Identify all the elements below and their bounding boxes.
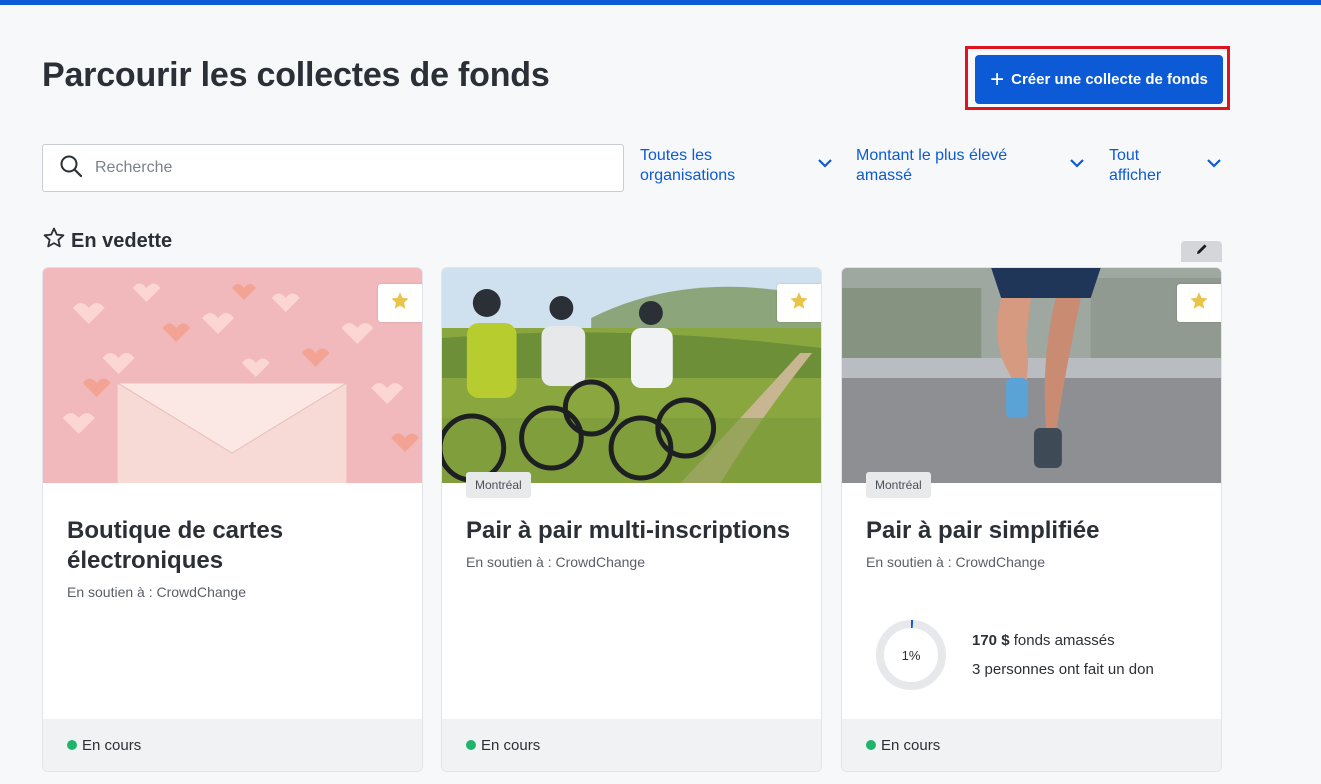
search-input[interactable] bbox=[95, 159, 595, 177]
organization-filter-label: Toutes les organisations bbox=[640, 147, 736, 184]
featured-label: En vedette bbox=[71, 229, 173, 252]
display-filter-dropdown[interactable]: Tout afficher bbox=[1109, 144, 1223, 188]
search-icon bbox=[59, 154, 83, 183]
location-badge: Montréal bbox=[466, 472, 531, 498]
status-dot bbox=[866, 740, 876, 750]
chevron-down-icon bbox=[1205, 154, 1223, 178]
amount-suffix: fonds amassés bbox=[1009, 632, 1115, 649]
card-title: Pair à pair multi-inscriptions bbox=[466, 517, 791, 544]
status-text: En cours bbox=[481, 736, 541, 754]
star-outline-icon bbox=[42, 226, 71, 256]
favorite-button[interactable] bbox=[777, 284, 821, 322]
donor-count: 3 personnes ont fait un don bbox=[972, 661, 1154, 678]
create-fundraiser-label: Créer une collecte de fonds bbox=[1011, 71, 1208, 88]
status-dot bbox=[67, 740, 77, 750]
card-support-text: En soutien à : CrowdChange bbox=[466, 554, 645, 570]
card-status-bar: En cours bbox=[442, 719, 821, 771]
star-filled-icon bbox=[788, 290, 810, 317]
edit-featured-button[interactable] bbox=[1181, 241, 1222, 262]
featured-heading: En vedette bbox=[42, 226, 172, 256]
sort-filter-label: Montant le plus élevé amassé bbox=[856, 147, 1008, 184]
amount-value: 170 $ bbox=[972, 632, 1010, 649]
status-text: En cours bbox=[82, 736, 142, 754]
progress-ring: 1% bbox=[875, 619, 947, 691]
card-status-bar: En cours bbox=[43, 719, 422, 771]
card-image-cyclists bbox=[442, 268, 821, 483]
favorite-button[interactable] bbox=[378, 284, 422, 322]
top-accent-bar bbox=[0, 0, 1321, 5]
create-fundraiser-button[interactable]: + Créer une collecte de fonds bbox=[975, 55, 1223, 104]
fundraiser-card[interactable]: Boutique de cartes électroniques En sout… bbox=[42, 267, 423, 772]
display-filter-label: Tout afficher bbox=[1109, 147, 1162, 184]
fundraiser-card[interactable]: Montréal Pair à pair multi-inscriptions … bbox=[441, 267, 822, 772]
card-support-text: En soutien à : CrowdChange bbox=[67, 584, 246, 600]
progress-percent: 1% bbox=[901, 647, 921, 663]
status-dot bbox=[466, 740, 476, 750]
plus-icon: + bbox=[990, 65, 1005, 93]
page-title: Parcourir les collectes de fonds bbox=[42, 56, 550, 94]
card-status-bar: En cours bbox=[842, 719, 1221, 771]
card-title: Pair à pair simplifiée bbox=[866, 517, 1100, 544]
status-text: En cours bbox=[881, 736, 941, 754]
chevron-down-icon bbox=[1068, 154, 1086, 178]
amount-raised: 170 $ fonds amassés bbox=[972, 632, 1115, 649]
sort-filter-dropdown[interactable]: Montant le plus élevé amassé bbox=[856, 144, 1086, 188]
star-filled-icon bbox=[389, 290, 411, 317]
pencil-icon bbox=[1195, 242, 1209, 261]
fundraiser-card[interactable]: Montréal Pair à pair simplifiée En souti… bbox=[841, 267, 1222, 772]
organization-filter-dropdown[interactable]: Toutes les organisations bbox=[640, 144, 834, 188]
location-badge: Montréal bbox=[866, 472, 931, 498]
card-title: Boutique de cartes électroniques bbox=[67, 517, 284, 574]
card-support-text: En soutien à : CrowdChange bbox=[866, 554, 1045, 570]
card-image-envelope-hearts bbox=[43, 268, 422, 483]
card-image-runner bbox=[842, 268, 1221, 483]
favorite-button[interactable] bbox=[1177, 284, 1221, 322]
chevron-down-icon bbox=[816, 154, 834, 178]
star-filled-icon bbox=[1188, 290, 1210, 317]
search-box[interactable] bbox=[42, 144, 624, 192]
